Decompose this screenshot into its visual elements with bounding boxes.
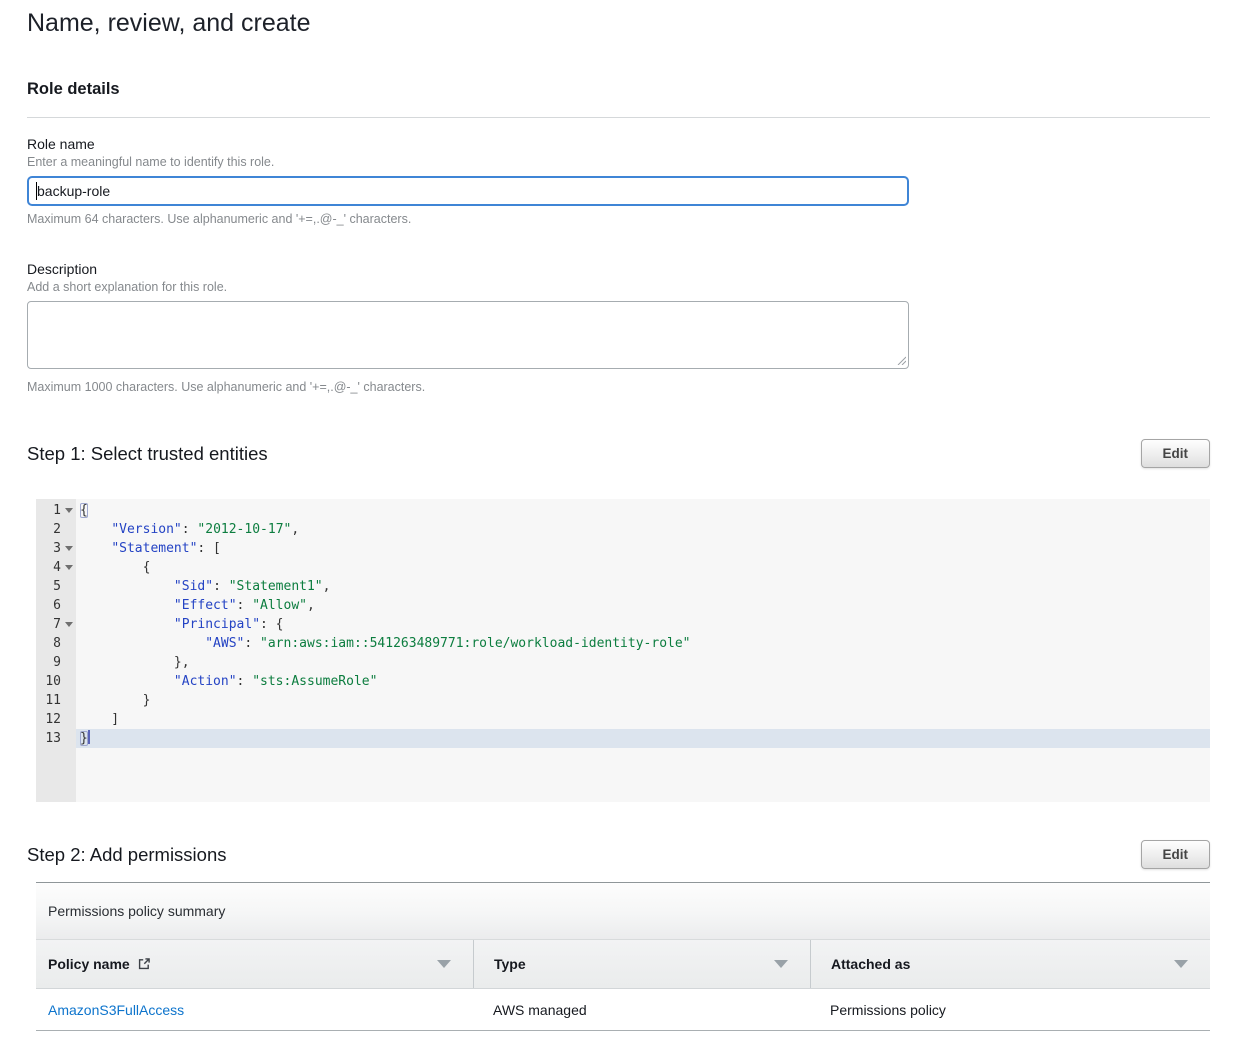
gutter-line-number[interactable]: 1 [36,501,76,520]
trust-policy-editor[interactable]: 12345678910111213 { "Version": "2012-10-… [36,499,1210,802]
code-line[interactable]: "Action": "sts:AssumeRole" [76,672,1210,691]
code-line[interactable]: }, [76,653,1210,672]
cell-policy-name: AmazonS3FullAccess [36,989,473,1030]
page-title: Name, review, and create [27,8,1210,38]
fold-caret-icon[interactable] [65,565,73,570]
step1-heading: Step 1: Select trusted entities [27,443,268,465]
description-constraint: Maximum 1000 characters. Use alphanumeri… [27,380,1210,395]
cell-attached-as: Permissions policy [810,989,1210,1030]
permissions-table-header: Policy name Type Attached as [36,939,1210,989]
code-line[interactable]: "Sid": "Statement1", [76,577,1210,596]
section-divider [27,117,1210,118]
gutter-line-number[interactable]: 5 [36,577,76,596]
gutter-line-number[interactable]: 13 [36,729,76,748]
column-header-type[interactable]: Type [473,940,810,988]
fold-caret-icon[interactable] [65,546,73,551]
external-link-icon [137,957,151,971]
permissions-panel: Permissions policy summary Policy name T… [36,882,1210,1031]
code-line[interactable]: "Effect": "Allow", [76,596,1210,615]
sort-filter-icon[interactable] [437,960,451,968]
role-details-heading: Role details [27,80,1210,99]
editor-code: { "Version": "2012-10-17", "Statement": … [76,499,1210,802]
cell-type: AWS managed [473,989,810,1030]
code-line[interactable]: ] [76,710,1210,729]
gutter-line-number[interactable]: 8 [36,634,76,653]
text-cursor [36,182,37,200]
code-line[interactable]: "Statement": [ [76,539,1210,558]
column-header-label: Attached as [831,956,910,972]
description-textarea[interactable] [27,301,909,369]
step2-header-row: Step 2: Add permissions Edit [27,840,1210,869]
permissions-panel-title: Permissions policy summary [36,883,1210,939]
fold-caret-icon[interactable] [65,622,73,627]
column-header-attached-as[interactable]: Attached as [810,940,1210,988]
code-line[interactable]: "Principal": { [76,615,1210,634]
column-header-label: Policy name [48,956,130,972]
code-line[interactable]: } [76,729,1210,748]
step2-heading: Step 2: Add permissions [27,844,227,866]
sort-filter-icon[interactable] [1174,960,1188,968]
gutter-line-number[interactable]: 2 [36,520,76,539]
description-textarea-wrap [27,301,909,369]
description-help: Add a short explanation for this role. [27,280,1210,295]
sort-filter-icon[interactable] [774,960,788,968]
code-line[interactable]: "AWS": "arn:aws:iam::541263489771:role/w… [76,634,1210,653]
column-header-policy-name[interactable]: Policy name [36,940,473,988]
gutter-line-number[interactable]: 11 [36,691,76,710]
code-line[interactable]: { [76,501,1210,520]
description-label: Description [27,261,1210,278]
resize-grip-icon[interactable] [896,355,906,365]
column-header-label: Type [494,956,526,972]
step1-header-row: Step 1: Select trusted entities Edit [27,439,1210,468]
gutter-line-number[interactable]: 6 [36,596,76,615]
gutter-line-number[interactable]: 4 [36,558,76,577]
role-name-label: Role name [27,136,1210,153]
fold-caret-icon[interactable] [65,508,73,513]
role-name-input[interactable] [27,176,909,206]
gutter-line-number[interactable]: 7 [36,615,76,634]
code-line[interactable]: } [76,691,1210,710]
step2-edit-button[interactable]: Edit [1141,840,1211,869]
policy-name-link[interactable]: AmazonS3FullAccess [48,1002,184,1018]
role-name-help: Enter a meaningful name to identify this… [27,155,1210,170]
editor-gutter: 12345678910111213 [36,499,76,802]
table-row: AmazonS3FullAccess AWS managed Permissio… [36,989,1210,1031]
role-name-input-wrap [27,176,909,206]
role-name-constraint: Maximum 64 characters. Use alphanumeric … [27,212,1210,227]
step1-edit-button[interactable]: Edit [1141,439,1211,468]
gutter-line-number[interactable]: 10 [36,672,76,691]
page: Name, review, and create Role details Ro… [27,0,1210,1031]
code-line[interactable]: "Version": "2012-10-17", [76,520,1210,539]
gutter-line-number[interactable]: 12 [36,710,76,729]
gutter-line-number[interactable]: 3 [36,539,76,558]
gutter-line-number[interactable]: 9 [36,653,76,672]
editor-cursor [88,730,90,744]
code-line[interactable]: { [76,558,1210,577]
